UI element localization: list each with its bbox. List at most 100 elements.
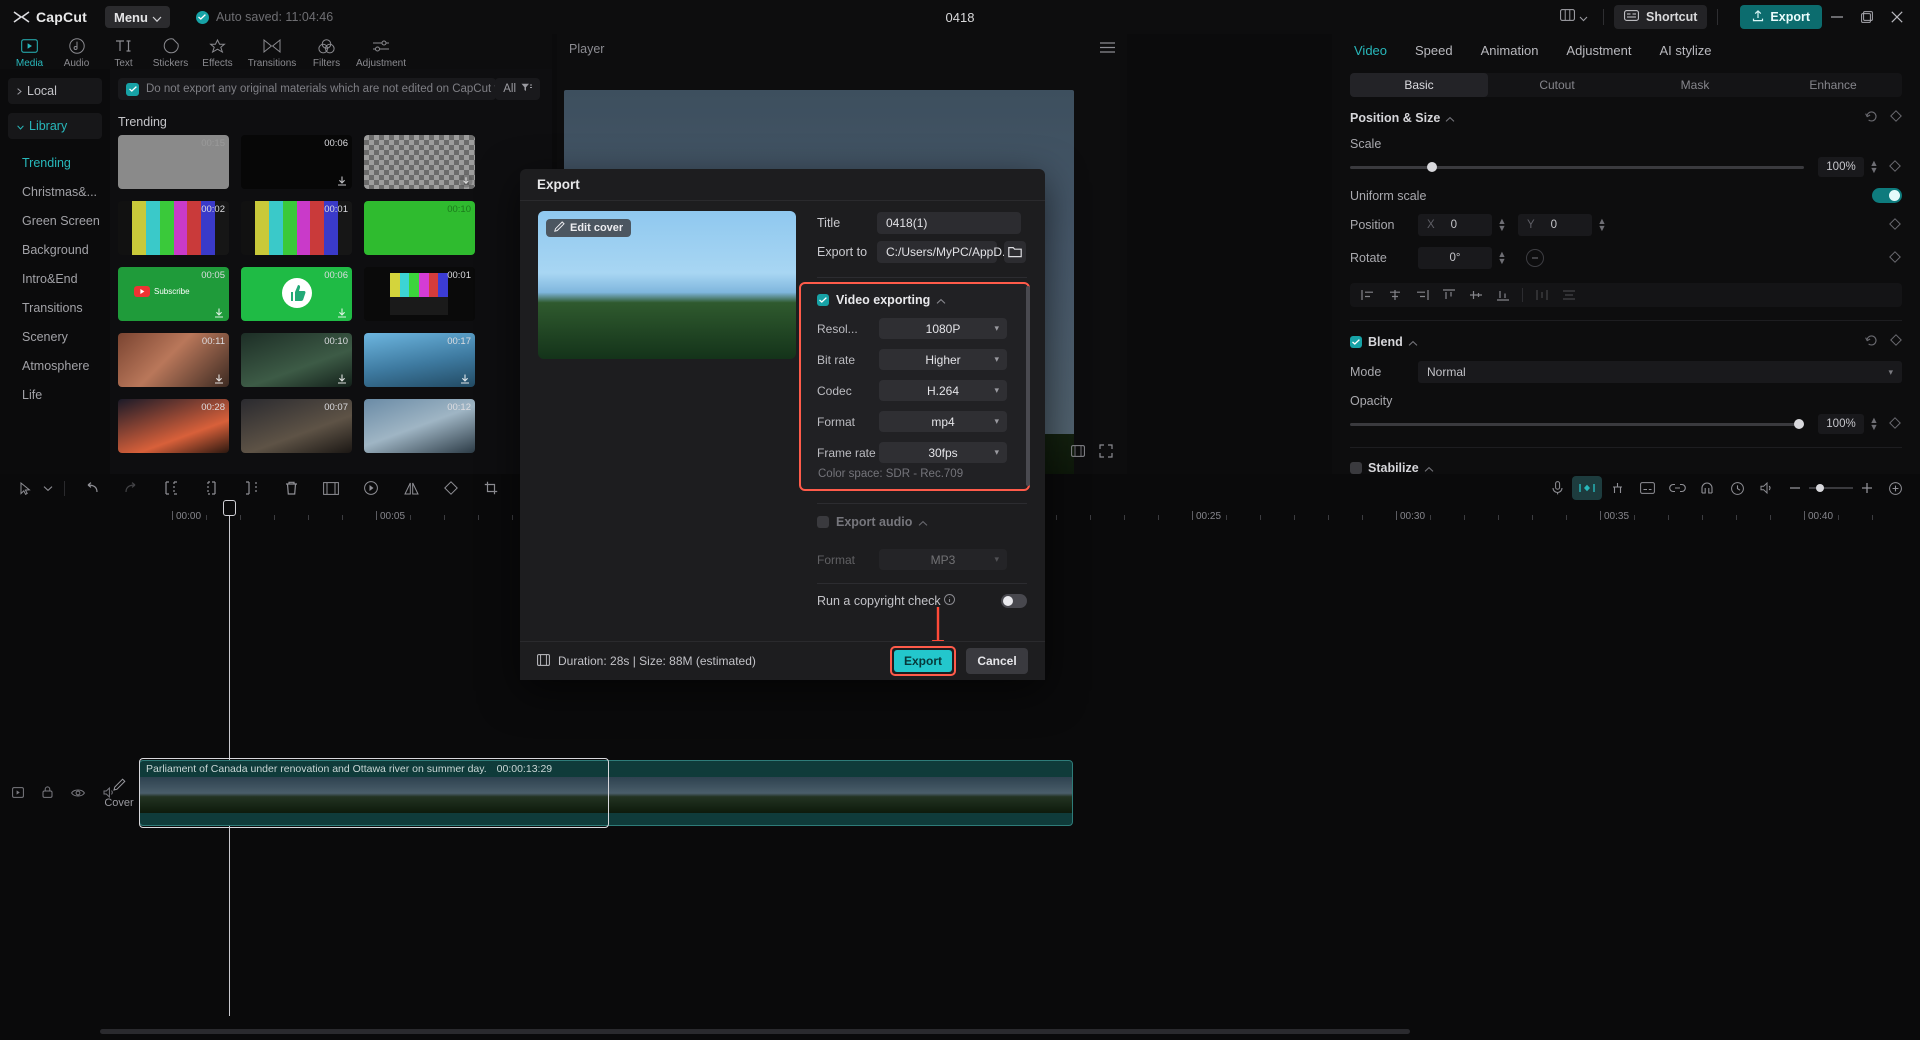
rotate-stepper[interactable]: ▲▼ — [1496, 251, 1508, 265]
sidebar-group-library[interactable]: Library — [8, 113, 102, 139]
sidebar-item-intro-end[interactable]: Intro&End — [0, 264, 110, 293]
scale-slider[interactable] — [1350, 166, 1804, 169]
media-tile[interactable]: 00:01 — [364, 267, 475, 321]
keyframe-nav-icon[interactable] — [1572, 476, 1602, 500]
download-icon[interactable] — [336, 174, 348, 186]
subtitle-icon[interactable] — [1632, 476, 1662, 500]
tab-filters[interactable]: Filters — [303, 34, 350, 69]
cover-button[interactable]: Cover — [104, 778, 134, 809]
sidebar-item-background[interactable]: Background — [0, 235, 110, 264]
media-tile[interactable]: 00:06 — [241, 267, 352, 321]
align-top-icon[interactable] — [1437, 285, 1461, 305]
opacity-slider-handle[interactable] — [1794, 419, 1804, 429]
sidebar-group-local[interactable]: Local — [8, 78, 102, 104]
sidebar-item-scenery[interactable]: Scenery — [0, 322, 110, 351]
keyframe-diamond-icon[interactable] — [1890, 334, 1902, 350]
title-input[interactable]: 0418(1) — [877, 212, 1021, 234]
export-to-input[interactable]: C:/Users/MyPC/AppD... — [877, 241, 997, 263]
freeze-frame-icon[interactable] — [351, 476, 391, 500]
link-icon[interactable] — [1662, 476, 1692, 500]
export-audio-checkbox[interactable] — [817, 516, 829, 528]
sidebar-item-trending[interactable]: Trending — [0, 148, 110, 177]
split-icon[interactable] — [191, 476, 231, 500]
tab-adjustment[interactable]: Adjustment — [1566, 43, 1631, 58]
sidebar-item-transitions[interactable]: Transitions — [0, 293, 110, 322]
timer-icon[interactable] — [1722, 476, 1752, 500]
subtab-cutout[interactable]: Cutout — [1488, 73, 1626, 97]
tab-animation[interactable]: Animation — [1481, 43, 1539, 58]
rotate-field[interactable]: 0° — [1418, 247, 1492, 269]
distribute-h-icon[interactable] — [1530, 285, 1554, 305]
layout-button[interactable] — [1554, 4, 1593, 30]
media-tile[interactable]: 00:01 — [241, 201, 352, 255]
align-left-icon[interactable] — [1356, 285, 1380, 305]
chevron-up-icon[interactable] — [919, 515, 927, 529]
media-tile[interactable]: 00:05 Subscribe — [118, 267, 229, 321]
stabilize-header[interactable]: Stabilize — [1350, 461, 1902, 475]
video-exporting-checkbox[interactable] — [817, 294, 829, 306]
fit-timeline-icon[interactable] — [1880, 476, 1910, 500]
reset-icon[interactable] — [1865, 110, 1878, 126]
subtab-enhance[interactable]: Enhance — [1764, 73, 1902, 97]
keyframe-diamond-icon[interactable] — [1889, 160, 1902, 175]
tab-adjustment[interactable]: Adjustment — [350, 34, 412, 69]
blend-mode-select[interactable]: Normal ▾ — [1418, 361, 1902, 383]
video-clip[interactable]: Parliament of Canada under renovation an… — [139, 760, 1073, 826]
folder-icon[interactable] — [1004, 241, 1026, 263]
eye-icon[interactable] — [71, 785, 85, 803]
download-icon[interactable] — [459, 372, 471, 384]
aspect-ratio-icon[interactable] — [1071, 444, 1085, 462]
media-tile[interactable]: 00:17 — [364, 333, 475, 387]
zoom-out-icon[interactable] — [1782, 476, 1808, 500]
scale-slider-handle[interactable] — [1427, 162, 1437, 172]
chevron-up-icon[interactable] — [1409, 335, 1417, 349]
position-x-stepper[interactable]: ▲▼ — [1496, 218, 1508, 232]
media-tile[interactable] — [364, 135, 475, 189]
speaker-icon[interactable] — [1752, 476, 1782, 500]
sidebar-item-atmosphere[interactable]: Atmosphere — [0, 351, 110, 380]
maximize-icon[interactable] — [1852, 2, 1882, 32]
zoom-in-icon[interactable] — [1854, 476, 1880, 500]
playhead-handle[interactable] — [223, 500, 236, 516]
fullscreen-icon[interactable] — [1099, 444, 1113, 463]
blend-header[interactable]: Blend — [1350, 334, 1902, 350]
close-icon[interactable] — [1882, 2, 1912, 32]
codec-select[interactable]: H.264 ▾ — [879, 380, 1007, 401]
sidebar-item-life[interactable]: Life — [0, 380, 110, 409]
tab-stickers[interactable]: Stickers — [147, 34, 194, 69]
scale-stepper[interactable]: ▲▼ — [1868, 160, 1880, 174]
media-tile[interactable]: 00:28 — [118, 399, 229, 453]
undo-icon[interactable] — [71, 476, 111, 500]
align-right-icon[interactable] — [1410, 285, 1434, 305]
tab-ai-stylize[interactable]: AI stylize — [1659, 43, 1711, 58]
tab-transitions[interactable]: Transitions — [241, 34, 303, 69]
download-circle-icon[interactable] — [459, 174, 471, 186]
media-tile[interactable]: 00:02 — [118, 201, 229, 255]
position-x-field[interactable]: X 0 — [1418, 214, 1492, 236]
position-y-field[interactable]: Y 0 — [1518, 214, 1592, 236]
split-right-icon[interactable] — [231, 476, 271, 500]
lock-icon[interactable] — [42, 785, 53, 803]
media-tile[interactable]: 00:15 — [118, 135, 229, 189]
export-cover-preview[interactable]: Edit cover — [538, 211, 796, 359]
reset-icon[interactable] — [1865, 334, 1878, 350]
play-track-icon[interactable] — [12, 785, 24, 803]
download-icon[interactable] — [213, 306, 225, 318]
opacity-stepper[interactable]: ▲▼ — [1868, 417, 1880, 431]
media-tile[interactable]: 00:07 — [241, 399, 352, 453]
download-icon[interactable] — [336, 372, 348, 384]
scale-value[interactable]: 100% — [1818, 157, 1864, 177]
framerate-select[interactable]: 30fps ▾ — [879, 442, 1007, 463]
position-y-stepper[interactable]: ▲▼ — [1596, 218, 1608, 232]
hamburger-icon[interactable] — [1100, 42, 1115, 56]
delete-trash-icon[interactable] — [271, 476, 311, 500]
download-icon[interactable] — [213, 372, 225, 384]
format-select[interactable]: mp4 ▾ — [879, 411, 1007, 432]
copyright-check-toggle[interactable] — [1001, 594, 1027, 608]
split-left-icon[interactable] — [151, 476, 191, 500]
subtab-basic[interactable]: Basic — [1350, 73, 1488, 97]
stabilize-checkbox[interactable] — [1350, 462, 1362, 474]
opacity-slider[interactable] — [1350, 423, 1804, 426]
crop-icon[interactable] — [471, 476, 511, 500]
media-tile[interactable]: 00:11 — [118, 333, 229, 387]
